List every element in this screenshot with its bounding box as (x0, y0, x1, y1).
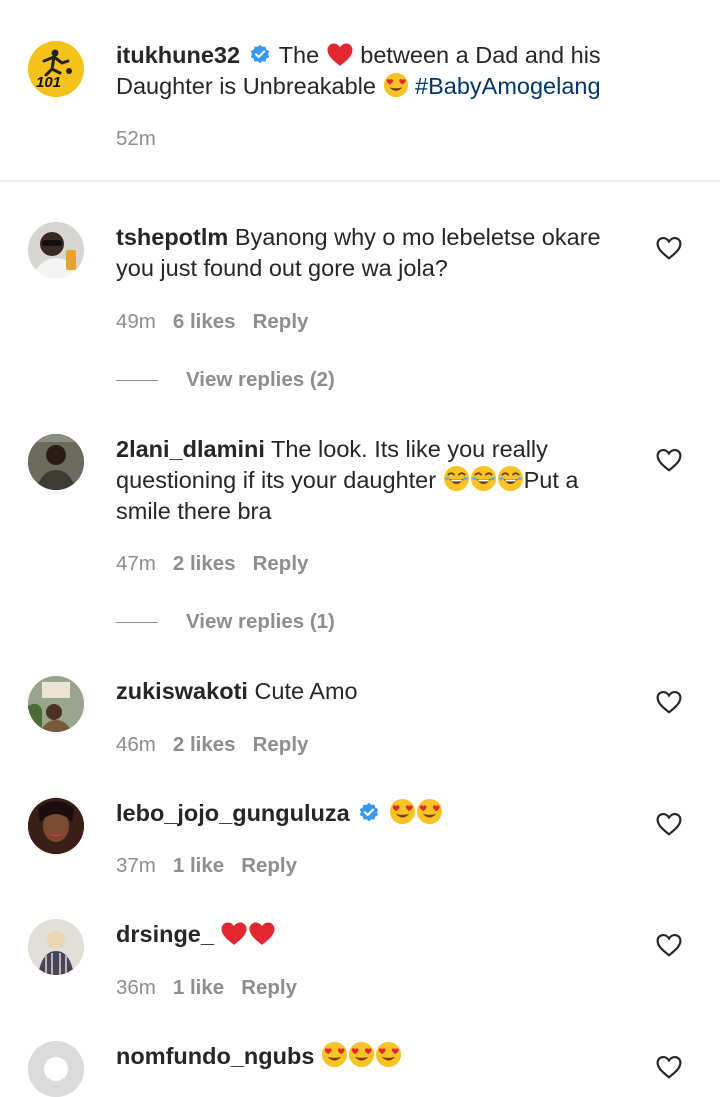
laughing-emoji-icon (470, 465, 497, 492)
reply-button[interactable]: Reply (253, 733, 309, 756)
replies-divider-line (116, 380, 158, 381)
post-timestamp: 52m (116, 127, 173, 151)
avatar-photo (28, 222, 84, 278)
comment-body-line1: The look. Its like you really (271, 436, 548, 462)
post-time: 52m (116, 127, 156, 150)
heart-eyes-emoji-icon (321, 1041, 348, 1068)
caption-text-end: between a Dad and his (360, 42, 601, 68)
likes-count[interactable]: 1 like (173, 854, 224, 877)
comment-body-line2-end: Put a (523, 467, 579, 493)
comment-body-line3: smile there bra (116, 498, 272, 524)
commenter-username[interactable]: drsinge_ (116, 921, 214, 947)
comment-text: tshepotlm Byanong why o mo lebeletse oka… (116, 222, 636, 284)
likes-count[interactable]: 1 like (173, 976, 224, 999)
comment-text: drsinge_ (116, 919, 636, 950)
comment-meta: 49m 6 likes Reply (116, 310, 325, 334)
red-heart-icon (326, 42, 354, 67)
avatar-photo (28, 676, 84, 732)
likes-count[interactable]: 2 likes (173, 552, 236, 575)
comment-meta: 37m 1 like Reply (116, 854, 314, 878)
commenter-avatar[interactable] (28, 676, 84, 732)
commenter-avatar[interactable] (28, 1041, 84, 1097)
view-replies-label: View replies (2) (186, 368, 335, 391)
commenter-avatar[interactable] (28, 798, 84, 854)
commenter-avatar[interactable] (28, 222, 84, 278)
reply-button[interactable]: Reply (241, 854, 297, 877)
reply-button[interactable]: Reply (253, 310, 309, 333)
hashtag-link[interactable]: #BabyAmogelang (415, 73, 601, 99)
laughing-emoji-icon (443, 465, 470, 492)
like-heart-icon[interactable] (656, 1055, 682, 1079)
commenter-username[interactable]: nomfundo_ngubs (116, 1043, 314, 1069)
commenter-username[interactable]: 2lani_dlamini (116, 436, 265, 462)
caption-text-start: The (278, 42, 320, 68)
comment-body-line2: questioning if its your daughter (116, 467, 437, 493)
comment-time: 36m (116, 976, 156, 999)
avatar-photo (28, 919, 84, 975)
comment-time: 47m (116, 552, 156, 575)
comment-time: 37m (116, 854, 156, 877)
avatar-photo (28, 798, 84, 854)
commenter-username[interactable]: zukiswakoti (116, 678, 248, 704)
heart-eyes-emoji-icon (348, 1041, 375, 1068)
header-divider (0, 180, 720, 182)
verified-badge-icon (249, 44, 271, 66)
replies-divider-line (116, 622, 158, 623)
commenter-username[interactable]: tshepotlm (116, 224, 228, 250)
like-heart-icon[interactable] (656, 448, 682, 472)
comment-text: 2lani_dlamini The look. Its like you rea… (116, 434, 636, 527)
comment-body-line1: Cute Amo (254, 678, 358, 704)
heart-eyes-emoji-icon (375, 1041, 402, 1068)
reply-button[interactable]: Reply (241, 976, 297, 999)
commenter-username[interactable]: lebo_jojo_gunguluza (116, 800, 350, 826)
reply-button[interactable]: Reply (253, 552, 309, 575)
like-heart-icon[interactable] (656, 236, 682, 260)
post-caption: itukhune32 The between a Dad and his Dau… (116, 40, 696, 102)
caption-text-line2: Daughter is Unbreakable (116, 73, 376, 99)
avatar-brand-text: 101 (36, 74, 62, 91)
laughing-emoji-icon (497, 465, 524, 492)
likes-count[interactable]: 2 likes (173, 733, 236, 756)
comment-body-line1: Byanong why o mo lebeletse okare (234, 224, 601, 250)
commenter-avatar[interactable] (28, 434, 84, 490)
comment-text: lebo_jojo_gunguluza (116, 798, 636, 829)
comment-text: nomfundo_ngubs (116, 1041, 636, 1072)
comment-text: zukiswakoti Cute Amo (116, 676, 636, 707)
post-username[interactable]: itukhune32 (116, 42, 240, 68)
commenter-avatar[interactable] (28, 919, 84, 975)
comment-body-line2: you just found out gore wa jola? (116, 255, 448, 281)
comment-meta: 36m 1 like Reply (116, 976, 314, 1000)
comment-meta: 47m 2 likes Reply (116, 552, 325, 576)
likes-count[interactable]: 6 likes (173, 310, 236, 333)
comment-time: 46m (116, 733, 156, 756)
red-heart-icon (220, 921, 248, 946)
default-avatar-icon (28, 1041, 84, 1097)
avatar-photo (28, 434, 84, 490)
comment-meta: 46m 2 likes Reply (116, 733, 325, 757)
like-heart-icon[interactable] (656, 812, 682, 836)
heart-eyes-emoji-icon (383, 72, 409, 98)
view-replies-label: View replies (1) (186, 610, 335, 633)
red-heart-icon (248, 921, 276, 946)
like-heart-icon[interactable] (656, 690, 682, 714)
like-heart-icon[interactable] (656, 933, 682, 957)
post-author-avatar[interactable]: 101 (28, 41, 84, 97)
heart-eyes-emoji-icon (416, 798, 443, 825)
verified-badge-icon (358, 802, 380, 824)
heart-eyes-emoji-icon (389, 798, 416, 825)
post-header: 101 itukhune32 The between a Dad and his… (0, 0, 720, 181)
comment-time: 49m (116, 310, 156, 333)
